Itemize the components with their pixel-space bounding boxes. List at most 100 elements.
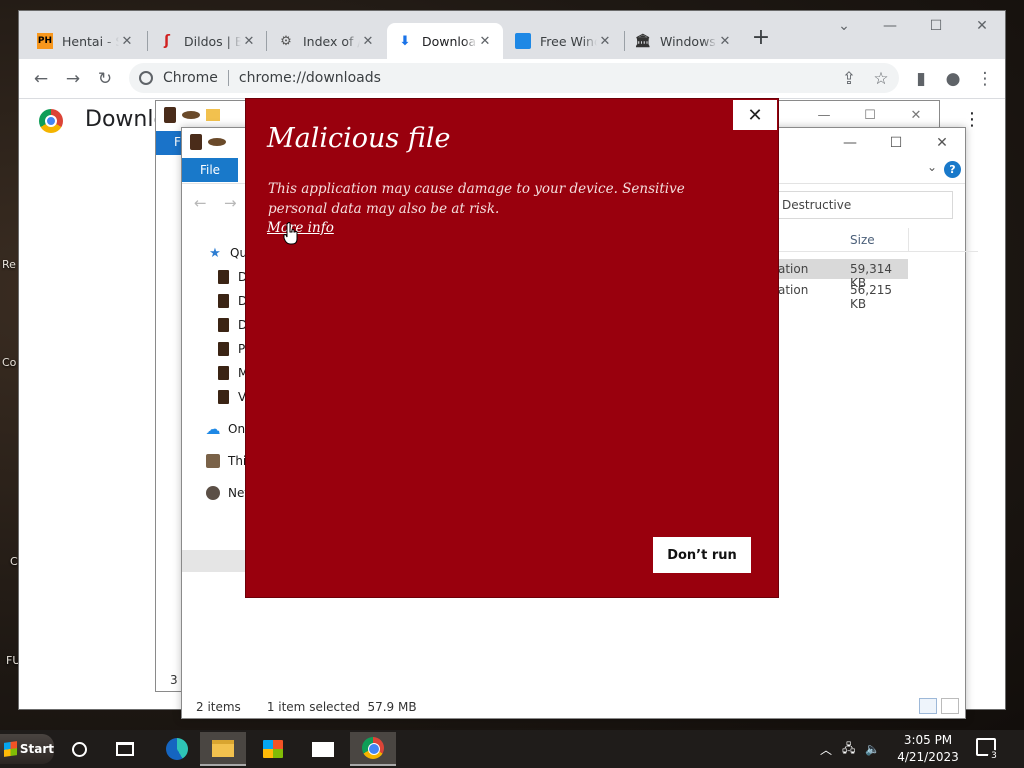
back-arrow-icon[interactable]: ← <box>194 194 207 212</box>
nav-item-network[interactable]: Net <box>206 483 249 503</box>
url-text[interactable]: chrome://downloads <box>239 70 381 86</box>
minimize-button[interactable]: — <box>801 101 847 129</box>
maximize-button[interactable]: ☐ <box>873 128 919 158</box>
tab-close-icon[interactable]: ✕ <box>477 34 493 49</box>
column-separator[interactable] <box>908 228 909 252</box>
tab-close-icon[interactable]: ✕ <box>241 34 257 49</box>
site-name: Chrome <box>163 70 229 86</box>
quick-access-toolbar <box>164 107 220 123</box>
dialog-title: Malicious file <box>267 123 451 154</box>
task-view-button[interactable] <box>102 732 148 766</box>
volume-muted-icon[interactable]: 🔈 <box>865 742 880 756</box>
taskbar-chrome[interactable] <box>350 732 396 766</box>
close-button[interactable]: ✕ <box>893 101 939 129</box>
folder-icon <box>216 270 230 284</box>
back-arrow-icon[interactable]: ← <box>29 67 53 91</box>
nav-item-pictures[interactable]: Pi <box>216 339 248 359</box>
folder-icon[interactable] <box>206 109 220 121</box>
minimize-button[interactable]: — <box>867 11 913 41</box>
status-bar: 2 items 1 item selected 57.9 MB <box>196 700 417 714</box>
forward-arrow-icon[interactable]: → <box>61 67 85 91</box>
tab-close-icon[interactable]: ✕ <box>360 34 376 49</box>
size-column-header[interactable]: Size <box>850 233 875 247</box>
clock-time: 3:05 PM <box>903 733 953 747</box>
cortana-icon <box>71 741 87 757</box>
tab-close-icon[interactable]: ✕ <box>717 34 733 49</box>
taskbar-file-explorer[interactable] <box>200 732 246 766</box>
file-explorer-icon <box>212 739 234 757</box>
status-item-count: 2 items <box>196 700 241 714</box>
column-header: Size <box>778 228 978 252</box>
new-tab-button[interactable]: + <box>747 25 775 53</box>
tab-windows[interactable]: 🏛 Windows ✕ <box>625 23 743 59</box>
windows-flag-icon <box>4 741 17 757</box>
star-icon: ★ <box>209 245 221 261</box>
more-info-link[interactable]: More info <box>267 220 334 236</box>
dont-run-button[interactable]: Don’t run <box>653 537 751 573</box>
maximize-button[interactable]: ☐ <box>913 11 959 41</box>
profile-avatar-icon[interactable]: ● <box>941 67 965 91</box>
file-row[interactable]: ation 59,314 KB <box>778 259 908 290</box>
forward-arrow-icon[interactable]: → <box>224 194 237 212</box>
bookmark-star-icon[interactable]: ☆ <box>869 67 893 91</box>
undo-icon[interactable] <box>182 111 200 119</box>
taskbar-store[interactable] <box>250 732 296 766</box>
close-icon[interactable]: ✕ <box>732 99 778 131</box>
chrome-site-icon[interactable] <box>139 71 153 85</box>
window-controls: ⌄ — ☐ ✕ <box>821 11 1005 41</box>
bank-favicon-icon: 🏛 <box>634 33 652 49</box>
share-icon[interactable]: ⇪ <box>837 67 861 91</box>
clock[interactable]: 3:05 PM 4/21/2023 <box>896 732 960 766</box>
file-tab[interactable]: File <box>182 158 238 182</box>
quick-access-toolbar <box>190 134 226 150</box>
tab-label: Hentai - S <box>62 33 119 49</box>
chrome-logo-icon <box>39 109 63 133</box>
properties-icon[interactable] <box>164 107 176 123</box>
help-icon[interactable]: ? <box>944 161 961 178</box>
server-favicon-icon: ⚙ <box>280 33 292 49</box>
tab-dildos[interactable]: ʃ Dildos | Bl ✕ <box>149 23 267 59</box>
nav-item-music[interactable]: M <box>216 363 248 383</box>
maximize-button[interactable]: ☐ <box>847 101 893 129</box>
desktop-icon-label[interactable]: Co <box>2 356 16 369</box>
undo-icon[interactable] <box>208 138 226 146</box>
network-icon[interactable]: 🖧 <box>842 739 855 760</box>
nav-item-this-pc[interactable]: Thi <box>206 451 246 471</box>
clock-date: 4/21/2023 <box>897 750 959 764</box>
properties-icon[interactable] <box>190 134 202 150</box>
file-row[interactable]: ation 56,215 KB <box>778 280 908 311</box>
large-icons-view-icon[interactable] <box>941 698 959 714</box>
taskbar-edge[interactable] <box>154 732 200 766</box>
red-logo-favicon-icon: ʃ <box>164 33 170 49</box>
view-toggles <box>919 698 959 714</box>
details-view-icon[interactable] <box>919 698 937 714</box>
taskbar-mail[interactable] <box>300 732 346 766</box>
tab-strip: PH Hentai - S ✕ ʃ Dildos | Bl ✕ ⚙ Index … <box>19 11 1005 59</box>
address-bar[interactable]: Chrome chrome://downloads <box>129 63 899 93</box>
tab-search-icon[interactable]: ⌄ <box>821 11 867 41</box>
tab-free-windows[interactable]: Free Wind ✕ <box>505 23 623 59</box>
close-button[interactable]: ✕ <box>959 11 1005 41</box>
nav-label: Thi <box>228 454 247 468</box>
chrome-menu-icon[interactable]: ⋮ <box>973 67 997 91</box>
close-button[interactable]: ✕ <box>919 128 965 158</box>
tab-close-icon[interactable]: ✕ <box>597 34 613 49</box>
desktop-icon-label[interactable]: C <box>10 555 18 568</box>
desktop-icon-label[interactable]: Re <box>2 258 16 271</box>
side-panel-icon[interactable]: ▮ <box>909 67 933 91</box>
tab-close-icon[interactable]: ✕ <box>119 34 135 49</box>
start-button[interactable]: Start <box>0 734 54 764</box>
download-icon: ⬇ <box>399 33 411 49</box>
minimize-button[interactable]: — <box>827 128 873 158</box>
tab-downloads[interactable]: ⬇ Download ✕ <box>387 23 503 59</box>
search-input[interactable]: Destructive <box>773 191 953 219</box>
chevron-up-icon[interactable]: ︿ <box>820 741 832 758</box>
search-button[interactable] <box>56 732 102 766</box>
ph-favicon-icon: PH <box>37 33 53 49</box>
hand-cursor-icon <box>283 222 298 245</box>
chevron-down-icon[interactable]: ⌄ <box>927 160 937 174</box>
tab-separator <box>147 31 148 51</box>
tab-hentai[interactable]: PH Hentai - S ✕ <box>27 23 145 59</box>
reload-icon[interactable]: ↻ <box>93 67 117 91</box>
tab-index-of[interactable]: ⚙ Index of / ✕ <box>268 23 386 59</box>
